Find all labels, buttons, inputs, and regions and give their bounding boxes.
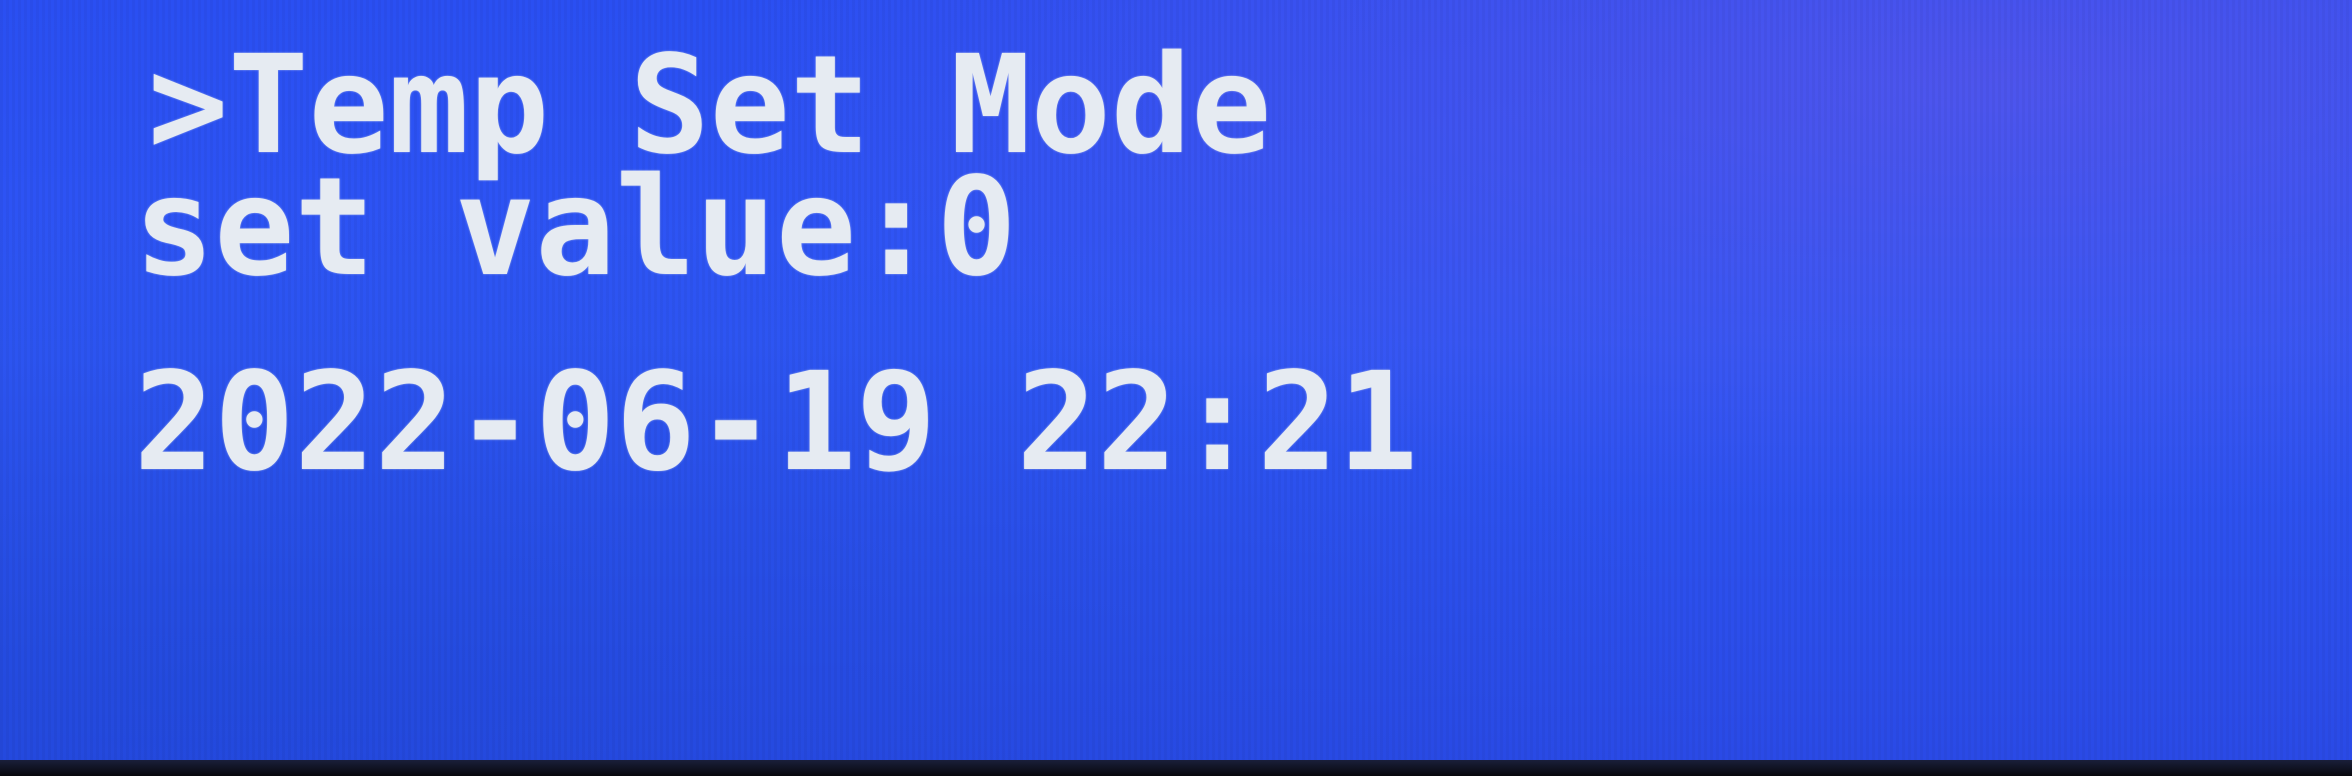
datetime-readout: 2022-06-19 22:21 bbox=[134, 344, 1418, 502]
lcd-screen: >Temp Set Mode set value:0 2022-06-19 22… bbox=[0, 0, 2352, 766]
bottom-bezel bbox=[0, 760, 2352, 776]
lcd-frame: >Temp Set Mode set value:0 2022-06-19 22… bbox=[0, 0, 2352, 776]
set-value-readout: set value:0 bbox=[134, 149, 1017, 307]
